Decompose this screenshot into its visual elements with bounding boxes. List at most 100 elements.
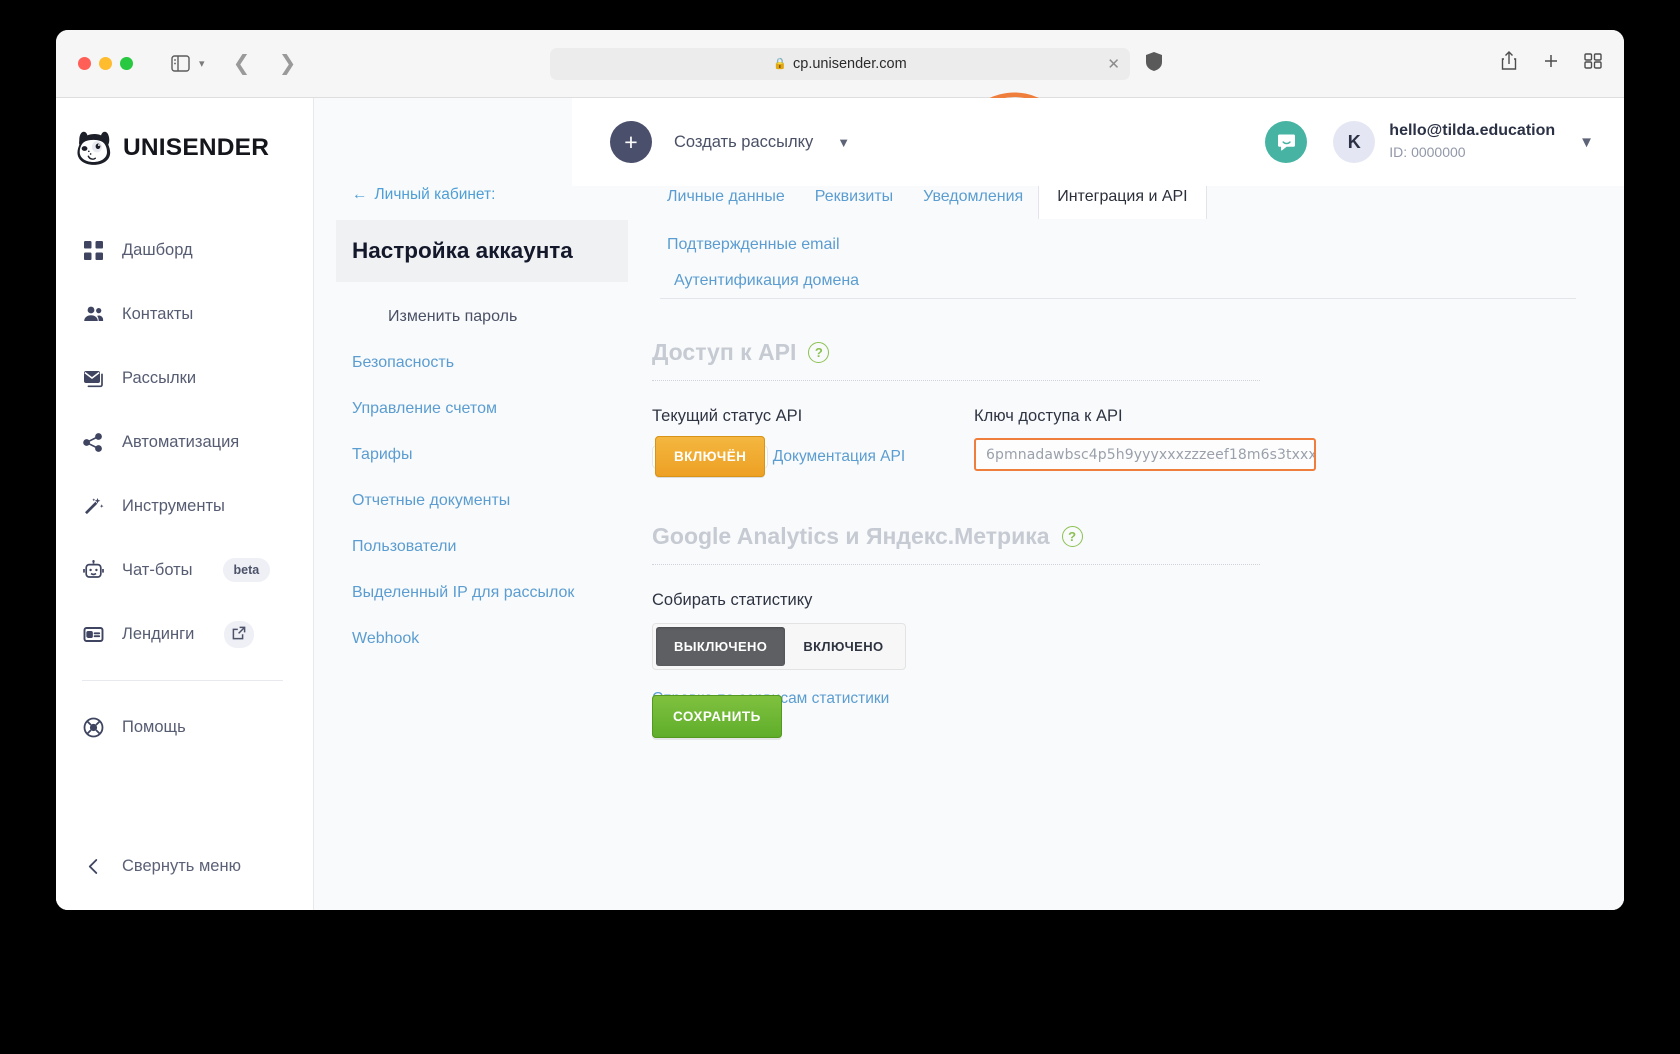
sidebar-item-dashboard[interactable]: Дашборд xyxy=(82,218,313,282)
lifebuoy-icon xyxy=(82,716,104,738)
toggle-option-on[interactable]: ВКЛЮЧЕНО xyxy=(785,627,901,666)
help-icon[interactable]: ? xyxy=(808,342,830,363)
collect-statistics-field: Собирать статистику ВЫКЛЮЧЕНО ВКЛЮЧЕНО С… xyxy=(652,591,1576,738)
subnav-item-users[interactable]: Пользователи xyxy=(352,538,644,556)
analytics-section: Google Analytics и Яндекс.Метрика ? Соби… xyxy=(644,471,1624,738)
subnav-item-dedicated-ip[interactable]: Выделенный IP для рассылок xyxy=(352,584,644,602)
analytics-section-title: Google Analytics и Яндекс.Метрика xyxy=(652,523,1050,549)
sidebar-item-tools[interactable]: Инструменты xyxy=(82,474,313,538)
sidebar-toggle-icon[interactable] xyxy=(163,49,197,79)
api-access-section: Доступ к API ? Текущий статус API ВКЛЮЧЁ… xyxy=(644,299,1624,477)
statistics-help-link[interactable]: Справка по сервисам статистики xyxy=(652,690,1576,708)
api-status-badge[interactable]: ВКЛЮЧЁН xyxy=(655,436,766,477)
address-bar[interactable]: 🔒 cp.unisender.com ✕ xyxy=(550,47,1130,80)
account-menu[interactable]: K hello@tilda.education ID: 0000000 ▼ xyxy=(1333,120,1594,163)
shield-icon[interactable] xyxy=(1146,51,1162,76)
application-shell: UNISENDER Дашборд Контакты Рассылки Авто… xyxy=(56,92,1624,910)
create-campaign-button[interactable]: + Создать рассылку ▼ xyxy=(610,121,850,163)
subnav-item-reporting-documents[interactable]: Отчетные документы xyxy=(352,492,644,510)
help-icon[interactable]: ? xyxy=(1061,526,1083,547)
app-top-bar: + Создать рассылку ▼ K hello@tilda.educa… xyxy=(572,98,1624,186)
chevron-left-icon xyxy=(82,858,104,875)
tab-overview-icon[interactable] xyxy=(1584,51,1602,76)
automation-nodes-icon xyxy=(82,431,104,453)
api-documentation-link[interactable]: Документация API xyxy=(773,448,905,466)
sidebar-item-label: Дашборд xyxy=(122,240,193,259)
tabs-container: Личные данные Реквизиты Уведомления Инте… xyxy=(644,92,1624,299)
breadcrumb-label: Личный кабинет: xyxy=(374,186,496,203)
browser-window: ▾ ❮ ❯ 🔒 cp.unisender.com ✕ UNISENDER Даш… xyxy=(56,30,1624,910)
magic-wand-icon xyxy=(82,495,104,517)
lock-icon: 🔒 xyxy=(773,58,788,70)
chevron-down-icon: ▼ xyxy=(1579,133,1594,151)
url-text: cp.unisender.com xyxy=(793,55,907,72)
plus-icon: + xyxy=(610,121,652,163)
share-icon[interactable] xyxy=(1500,51,1518,76)
collapse-menu-button[interactable]: Свернуть меню xyxy=(82,857,241,876)
chat-bubble-icon[interactable] xyxy=(1265,121,1308,163)
section-divider xyxy=(652,564,1260,565)
envelope-icon xyxy=(82,367,104,389)
landing-page-icon xyxy=(82,623,104,645)
brand-logo[interactable]: UNISENDER xyxy=(56,116,313,172)
analytics-section-header: Google Analytics и Яндекс.Метрика ? xyxy=(652,523,1576,550)
sidebar-nav: Дашборд Контакты Рассылки Автоматизация … xyxy=(56,218,313,759)
sidebar-item-label: Лендинги xyxy=(122,624,195,643)
sidebar-item-label: Чат-боты xyxy=(122,560,193,579)
dashboard-grid-icon xyxy=(82,239,104,261)
api-status-column: Текущий статус API ВКЛЮЧЁН Документация … xyxy=(652,407,974,477)
new-tab-icon[interactable] xyxy=(1542,51,1560,76)
content-region: + Создать рассылку ▼ K hello@tilda.educa… xyxy=(314,92,1624,910)
api-fields: Текущий статус API ВКЛЮЧЁН Документация … xyxy=(652,407,1576,477)
sidebar-divider xyxy=(82,680,283,681)
main-sidebar: UNISENDER Дашборд Контакты Рассылки Авто… xyxy=(56,98,314,910)
contacts-people-icon xyxy=(82,303,104,325)
api-section-title: Доступ к API xyxy=(652,339,797,365)
clear-url-button[interactable]: ✕ xyxy=(1107,55,1120,73)
subnav-item-account-management[interactable]: Управление счетом xyxy=(352,400,644,418)
api-section-header: Доступ к API ? xyxy=(652,339,1576,366)
close-window-button[interactable] xyxy=(78,57,91,70)
collect-statistics-toggle: ВЫКЛЮЧЕНО ВКЛЮЧЕНО xyxy=(652,623,906,670)
api-key-input[interactable]: 6pmnadawbsc4p5h9yyyxxxzzzeef18m6s3txxx5e xyxy=(974,438,1316,471)
create-campaign-label: Создать рассылку xyxy=(674,132,814,151)
sidebar-item-label: Инструменты xyxy=(122,496,225,515)
api-status-wrapper: ВКЛЮЧЁН xyxy=(652,436,769,477)
sidebar-item-chatbots[interactable]: Чат-боты beta xyxy=(82,538,313,602)
subnav-item-webhook[interactable]: Webhook xyxy=(352,630,644,648)
api-key-column: Ключ доступа к API 6pmnadawbsc4p5h9yyyxx… xyxy=(974,407,1576,471)
sidebar-item-help[interactable]: Помощь xyxy=(82,695,313,759)
subnav-links: Безопасность Управление счетом Тарифы От… xyxy=(352,354,644,648)
page-title: Настройка аккаунта xyxy=(336,220,628,282)
window-traffic-lights xyxy=(78,57,133,70)
tabs: Личные данные Реквизиты Уведомления Инте… xyxy=(652,174,1332,290)
browser-navigation-controls: ▾ ❮ ❯ xyxy=(163,49,305,79)
account-id: ID: 0000000 xyxy=(1389,144,1466,160)
back-button[interactable]: ❮ xyxy=(225,49,259,79)
chevron-down-icon[interactable]: ▾ xyxy=(199,57,205,70)
sidebar-item-automation[interactable]: Автоматизация xyxy=(82,410,313,474)
minimize-window-button[interactable] xyxy=(99,57,112,70)
chevron-down-icon: ▼ xyxy=(837,134,851,150)
tabs-row-2: Аутентификация домена xyxy=(652,272,1332,290)
save-button[interactable]: СОХРАНИТЬ xyxy=(652,695,782,738)
forward-button[interactable]: ❯ xyxy=(271,49,305,79)
section-divider xyxy=(652,380,1260,381)
subnav-item-tariffs[interactable]: Тарифы xyxy=(352,446,644,464)
subnav-item-change-password[interactable]: Изменить пароль xyxy=(352,282,644,326)
breadcrumb[interactable]: ← Личный кабинет: xyxy=(352,186,495,204)
sidebar-item-landings[interactable]: Лендинги xyxy=(82,602,313,666)
app-top-bar-right: K hello@tilda.education ID: 0000000 ▼ xyxy=(1265,120,1594,163)
settings-subnav: ← Личный кабинет: Настройка аккаунта Изм… xyxy=(314,98,644,910)
sidebar-item-contacts[interactable]: Контакты xyxy=(82,282,313,346)
avatar: K xyxy=(1333,121,1376,163)
account-text: hello@tilda.education ID: 0000000 xyxy=(1389,120,1555,163)
subnav-item-security[interactable]: Безопасность xyxy=(352,354,644,372)
external-link-badge[interactable] xyxy=(224,620,255,648)
api-key-label: Ключ доступа к API xyxy=(974,407,1123,425)
maximize-window-button[interactable] xyxy=(120,57,133,70)
sidebar-item-campaigns[interactable]: Рассылки xyxy=(82,346,313,410)
tab-domain-authentication[interactable]: Аутентификация домена xyxy=(659,260,874,301)
brand-name: UNISENDER xyxy=(123,134,270,161)
toggle-option-off[interactable]: ВЫКЛЮЧЕНО xyxy=(656,627,786,666)
